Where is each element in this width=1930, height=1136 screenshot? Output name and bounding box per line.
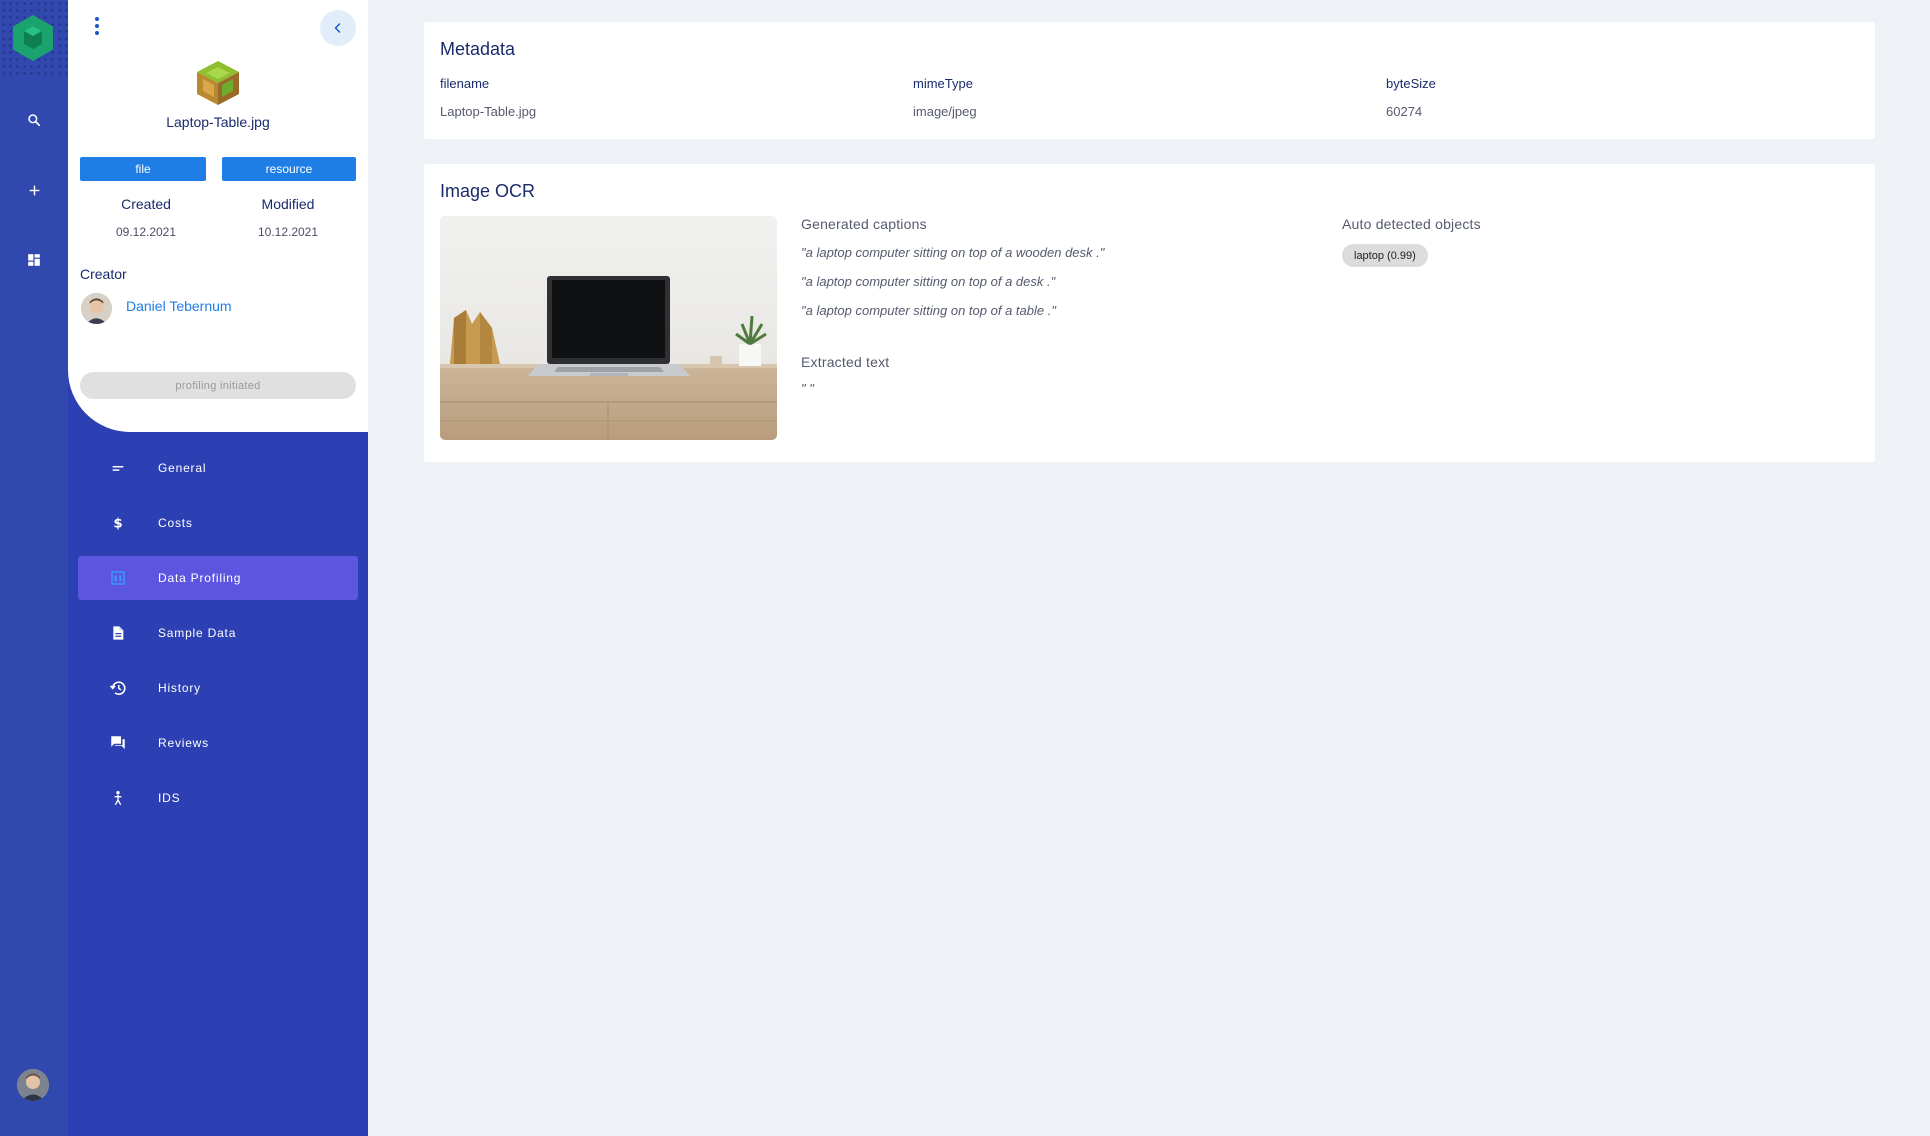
meta-value-bytesize: 60274 [1386,104,1423,119]
nav-item-costs[interactable]: $ Costs [78,501,358,545]
created-label: Created [121,196,171,212]
nav-label-ids: IDS [158,791,181,805]
nav-label-data-profiling: Data Profiling [158,571,242,585]
created-value: 09.12.2021 [115,225,177,239]
meta-key-filename: filename [440,76,490,91]
detected-objects-label: Auto detected objects [1342,216,1481,232]
extracted-text-value: " " [801,381,814,396]
modified-value: 10.12.2021 [257,225,319,239]
created-info: Created 09.12.2021 [86,196,206,239]
rail-add-button[interactable] [20,176,48,204]
app-rail [0,0,68,1136]
nav-item-sample-data[interactable]: Sample Data [78,611,358,655]
profiling-status-badge: profiling initiated [80,372,356,399]
ocr-preview-image [440,216,777,440]
resource-name: Laptop-Table.jpg [166,114,270,130]
meta-key-mimetype: mimeType [913,76,973,91]
creator-label: Creator [80,266,127,282]
more-options-icon[interactable] [90,15,104,37]
ocr-title: Image OCR [440,181,536,201]
creator-avatar[interactable] [81,293,112,324]
nav-label-reviews: Reviews [158,736,209,750]
detail-sidebar: Laptop-Table.jpg file resource Created 0… [68,0,368,1136]
meta-key-bytesize: byteSize [1386,76,1436,91]
user-avatar[interactable] [17,1069,49,1101]
caption-item: "a laptop computer sitting on top of a d… [801,274,1056,289]
generated-captions-label: Generated captions [801,216,927,232]
nav-label-history: History [158,681,201,695]
caption-item: "a laptop computer sitting on top of a w… [801,245,1105,260]
document-icon [108,623,128,643]
chevron-left-icon [334,23,341,33]
modified-label: Modified [261,196,315,212]
nav-label-costs: Costs [158,516,193,530]
svg-text:$: $ [113,517,122,532]
modified-info: Modified 10.12.2021 [228,196,348,239]
resource-cube-icon [197,61,239,105]
forum-icon [108,733,128,753]
nav-item-history[interactable]: History [78,666,358,710]
type-tag-resource[interactable]: resource [222,157,356,181]
history-icon [108,678,128,698]
image-ocr-card: Image OCR Generated captions "a laptop c… [424,164,1875,462]
short-text-icon [108,458,128,478]
user-avatar-image [17,1069,49,1101]
meta-value-mimetype: image/jpeg [913,104,977,119]
nav-item-reviews[interactable]: Reviews [78,721,358,765]
detail-nav: General $ Costs Data Profiling Sample Da… [68,446,368,831]
caption-item: "a laptop computer sitting on top of a t… [801,303,1056,318]
ids-icon [108,788,128,808]
creator-avatar-image [81,293,112,324]
metadata-card: Metadata filename Laptop-Table.jpg mimeT… [424,22,1875,139]
creator-name-link[interactable]: Daniel Tebernum [126,298,232,314]
nav-label-sample-data: Sample Data [158,626,237,640]
rail-dashboard-button[interactable] [20,246,48,274]
rail-search-button[interactable] [20,106,48,134]
meta-value-filename: Laptop-Table.jpg [440,104,537,119]
app-logo-icon[interactable] [11,14,55,62]
table-chart-icon [108,568,128,588]
type-tag-file[interactable]: file [80,157,206,181]
nav-item-data-profiling[interactable]: Data Profiling [78,556,358,600]
search-icon [28,114,41,127]
dollar-icon: $ [108,513,128,533]
dashboard-icon [28,254,40,266]
detected-object-chip[interactable]: laptop (0.99) [1342,244,1428,267]
nav-label-general: General [158,461,207,475]
metadata-title: Metadata [440,39,516,59]
plus-icon [29,185,39,195]
collapse-sidebar-button[interactable] [320,10,356,46]
nav-item-ids[interactable]: IDS [78,776,358,820]
extracted-text-label: Extracted text [801,354,890,370]
resource-summary-panel: Laptop-Table.jpg file resource Created 0… [68,0,368,432]
nav-item-general[interactable]: General [78,446,358,490]
